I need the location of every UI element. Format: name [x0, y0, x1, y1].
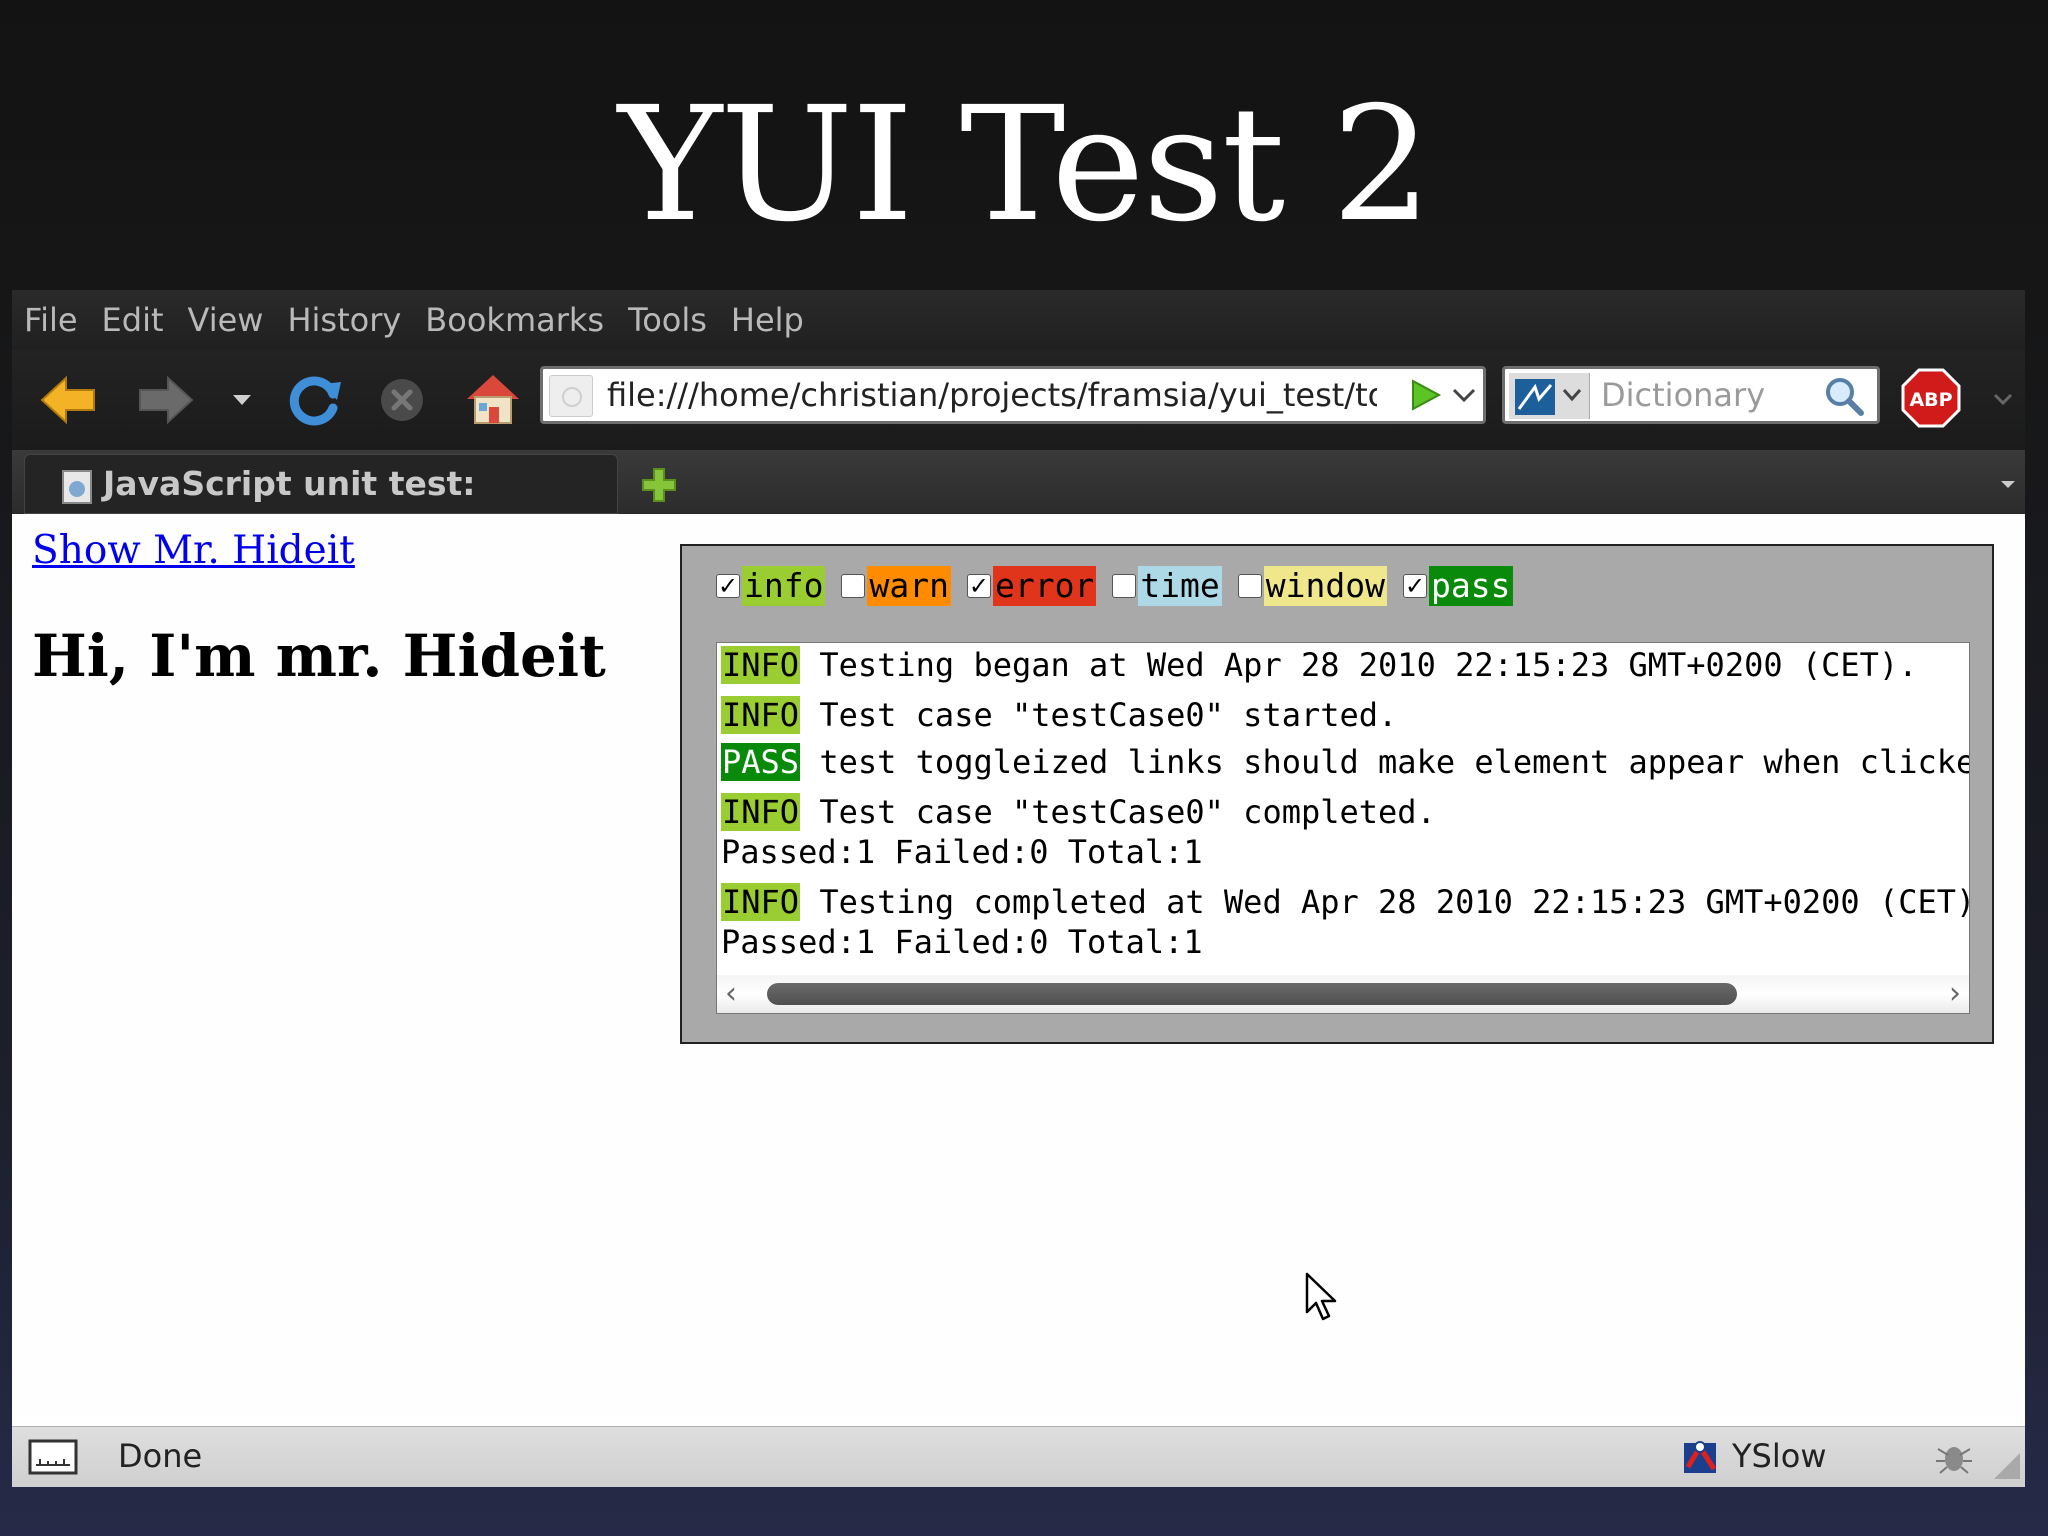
log-entry: INFO Testing completed at Wed Apr 28 201…	[721, 882, 1970, 922]
navigation-toolbar: file:///home/christian/projects/framsia/…	[12, 350, 2025, 450]
filter-info-checkbox[interactable]: ✓	[716, 574, 740, 598]
chevron-down-icon	[1993, 393, 2013, 406]
slide-title: YUI Test 2	[617, 73, 1432, 257]
history-dropdown-button[interactable]	[224, 380, 260, 420]
scrollbar-thumb[interactable]	[767, 983, 1737, 1005]
menu-bookmarks[interactable]: Bookmarks	[425, 290, 604, 350]
dictionary-icon	[1515, 379, 1555, 415]
log-message: Testing began at Wed Apr 28 2010 22:15:2…	[819, 646, 1918, 684]
filter-warn[interactable]: warn	[841, 566, 951, 606]
filter-warn-checkbox[interactable]	[841, 574, 866, 598]
scroll-right-icon[interactable]: ›	[1949, 975, 1961, 1013]
filter-time[interactable]: time	[1112, 566, 1222, 606]
adblock-menu-button[interactable]	[1988, 384, 2018, 414]
log-entry-detail: Passed:1 Failed:0 Total:1	[721, 833, 1203, 871]
mouse-cursor-icon	[1305, 1272, 1337, 1321]
status-text: Done	[118, 1437, 203, 1475]
log-message: Test case "testCase0" started.	[819, 696, 1398, 734]
keyboard-icon[interactable]	[28, 1439, 78, 1475]
firebug-icon[interactable]	[1934, 1439, 1974, 1475]
filter-window[interactable]: window	[1237, 566, 1388, 606]
yslow-label[interactable]: YSlow	[1732, 1427, 1827, 1485]
menu-help[interactable]: Help	[731, 290, 804, 350]
tab-active[interactable]: JavaScript unit test: toggl...	[24, 454, 618, 561]
status-bar: Done YSlow	[12, 1426, 2025, 1487]
home-icon	[467, 375, 519, 424]
tab-bar: JavaScript unit test: toggl...	[12, 450, 2025, 561]
chevron-down-icon	[233, 395, 251, 405]
resize-grip-icon[interactable]	[1990, 1449, 2022, 1481]
new-tab-button[interactable]	[628, 460, 690, 510]
reload-button[interactable]	[282, 368, 348, 432]
filter-pass-checkbox[interactable]: ✓	[1403, 574, 1428, 598]
filter-window-checkbox[interactable]	[1237, 574, 1262, 598]
hideit-heading: Hi, I'm mr. Hideit	[32, 622, 606, 690]
filter-pass[interactable]: ✓ pass	[1403, 566, 1513, 606]
log-category: INFO	[721, 793, 801, 831]
log-category: PASS	[721, 743, 801, 781]
filter-warn-label: warn	[867, 566, 951, 606]
page-icon	[62, 470, 92, 504]
filter-window-label: window	[1263, 566, 1388, 606]
stop-icon	[381, 379, 423, 421]
log-entry: PASS test toggleized links should make e…	[721, 742, 1970, 782]
go-icon[interactable]	[1409, 377, 1443, 413]
test-logger-console: ✓ info warn ✓ error time window ✓ pass I…	[680, 544, 1994, 1044]
tab-list-button[interactable]	[1996, 472, 2020, 496]
filter-error[interactable]: ✓ error	[966, 566, 1097, 606]
log-horizontal-scrollbar[interactable]: ‹ ›	[717, 975, 1969, 1013]
show-mr-hideit-link[interactable]: Show Mr. Hideit	[32, 528, 355, 573]
chevron-down-icon	[2001, 481, 2015, 488]
menu-file[interactable]: File	[24, 290, 78, 350]
yslow-icon[interactable]	[1680, 1437, 1722, 1477]
filter-info[interactable]: ✓ info	[716, 566, 826, 606]
chevron-down-icon[interactable]	[1451, 387, 1477, 405]
search-engine-selector[interactable]	[1509, 373, 1590, 419]
filter-error-checkbox[interactable]: ✓	[966, 574, 991, 598]
plus-icon	[642, 468, 676, 502]
forward-button[interactable]	[130, 372, 202, 428]
log-category: INFO	[721, 696, 801, 734]
menu-bar: File Edit View History Bookmarks Tools H…	[12, 290, 2025, 350]
back-arrow-icon	[40, 375, 95, 425]
filter-error-label: error	[992, 566, 1097, 606]
site-identity-icon[interactable]	[549, 375, 593, 417]
log-output: INFO Testing began at Wed Apr 28 2010 22…	[716, 642, 1970, 1014]
log-entry: INFO Test case "testCase0" started.	[721, 695, 1397, 735]
search-bar[interactable]: Dictionary	[1502, 366, 1880, 424]
scroll-left-icon[interactable]: ‹	[725, 975, 737, 1013]
adblock-icon: ABP	[1901, 368, 1961, 428]
filter-info-label: info	[742, 566, 826, 606]
page-content: Show Mr. Hideit Hi, I'm mr. Hideit ✓ inf…	[12, 514, 2025, 1416]
back-button[interactable]	[32, 372, 104, 428]
filter-time-checkbox[interactable]	[1112, 574, 1137, 598]
chevron-down-icon	[1562, 389, 1582, 402]
search-input[interactable]: Dictionary	[1601, 369, 1765, 421]
forward-arrow-icon	[139, 375, 194, 425]
menu-history[interactable]: History	[287, 290, 401, 350]
log-entry: INFO Test case "testCase0" completed.	[721, 792, 1436, 832]
menu-edit[interactable]: Edit	[102, 290, 164, 350]
browser-window: File Edit View History Bookmarks Tools H…	[12, 290, 2025, 1487]
log-category: INFO	[721, 646, 801, 684]
log-message: Testing completed at Wed Apr 28 2010 22:…	[819, 883, 1970, 921]
menu-tools[interactable]: Tools	[628, 290, 707, 350]
stop-button[interactable]	[372, 372, 432, 428]
filter-time-label: time	[1138, 566, 1222, 606]
url-bar[interactable]: file:///home/christian/projects/framsia/…	[540, 366, 1486, 424]
menu-view[interactable]: View	[188, 290, 264, 350]
log-category: INFO	[721, 883, 801, 921]
log-entry: INFO Testing began at Wed Apr 28 2010 22…	[721, 645, 1917, 685]
search-icon[interactable]	[1823, 375, 1865, 417]
adblock-label: ABP	[1909, 389, 1952, 411]
filter-pass-label: pass	[1429, 566, 1513, 606]
logger-filters: ✓ info warn ✓ error time window ✓ pass	[716, 564, 1529, 608]
log-message: Test case "testCase0" completed.	[819, 793, 1436, 831]
log-entry-detail: Passed:1 Failed:0 Total:1	[721, 923, 1203, 961]
url-field[interactable]: file:///home/christian/projects/framsia/…	[607, 369, 1377, 421]
log-message: test toggleized links should make elemen…	[819, 743, 1970, 781]
reload-icon	[289, 376, 341, 426]
adblock-button[interactable]: ABP	[1898, 364, 1964, 432]
home-button[interactable]	[458, 366, 528, 432]
